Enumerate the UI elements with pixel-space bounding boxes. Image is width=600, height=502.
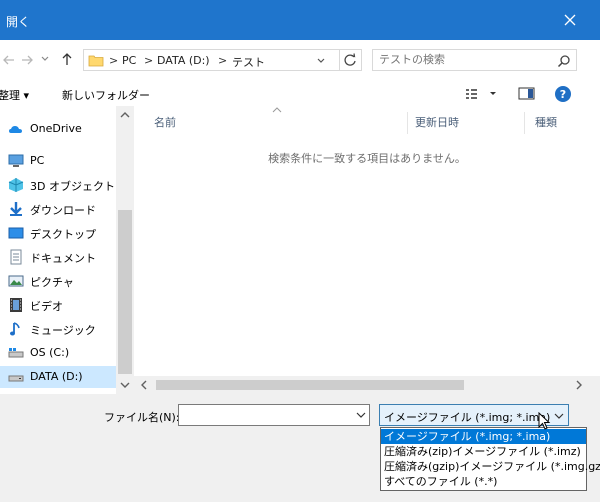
filename-label: ファイル名(N): bbox=[104, 411, 180, 424]
column-header-modified[interactable]: 更新日時 bbox=[415, 114, 459, 130]
videos-icon bbox=[8, 297, 24, 313]
nav-item-onedrive[interactable]: OneDrive bbox=[0, 118, 116, 140]
search-input[interactable] bbox=[379, 53, 549, 66]
nav-item-documents[interactable]: ドキュメント bbox=[0, 246, 116, 268]
view-options-button[interactable] bbox=[465, 87, 499, 101]
filename-combobox[interactable] bbox=[178, 404, 370, 426]
arrow-left-icon bbox=[3, 55, 14, 65]
filetype-option[interactable]: すべてのファイル (*.*) bbox=[381, 474, 586, 489]
help-icon: ? bbox=[555, 86, 571, 102]
back-button[interactable] bbox=[2, 53, 16, 67]
nav-scroll-down-button[interactable] bbox=[119, 380, 131, 390]
filetype-dropdown-list[interactable]: イメージファイル (*.img; *.ima) 圧縮済み(zip)イメージファイ… bbox=[380, 427, 600, 491]
column-divider[interactable] bbox=[407, 112, 408, 134]
3d-objects-icon bbox=[8, 177, 24, 193]
file-list-pane[interactable]: 名前 更新日時 種類 検索条件に一致する項目はありません。 bbox=[134, 106, 600, 394]
documents-icon bbox=[8, 249, 24, 265]
scroll-right-button[interactable] bbox=[574, 380, 584, 390]
arrow-up-icon bbox=[62, 53, 72, 65]
nav-scroll-thumb[interactable] bbox=[118, 210, 132, 374]
help-button[interactable]: ? bbox=[554, 85, 572, 103]
toolbar: 整理 ▾ 新しいフォルダー ? bbox=[0, 82, 600, 106]
preview-pane-icon bbox=[518, 87, 535, 100]
chevron-right-icon bbox=[576, 380, 582, 390]
chevron-down-icon bbox=[120, 382, 130, 388]
onedrive-icon bbox=[8, 121, 24, 137]
nav-item-drive-c[interactable]: OS (C:) bbox=[0, 342, 116, 364]
svg-text:?: ? bbox=[560, 88, 566, 101]
breadcrumb-separator: > bbox=[144, 54, 154, 67]
search-icon bbox=[557, 54, 571, 68]
nav-item-videos[interactable]: ビデオ bbox=[0, 294, 116, 316]
breadcrumb-data-drive[interactable]: DATA (D:) bbox=[157, 54, 210, 67]
folder-icon bbox=[88, 53, 104, 67]
column-header-type[interactable]: 種類 bbox=[535, 114, 557, 130]
download-icon bbox=[8, 201, 24, 217]
breadcrumb-test-folder[interactable]: テスト bbox=[232, 54, 265, 70]
scroll-left-button[interactable] bbox=[139, 380, 149, 390]
nav-item-pc[interactable]: PC bbox=[0, 150, 116, 172]
chevron-down-icon bbox=[356, 412, 366, 418]
horizontal-scroll-thumb[interactable] bbox=[156, 380, 464, 390]
nav-item-music[interactable]: ミュージック bbox=[0, 318, 116, 340]
breadcrumb-separator: > bbox=[109, 54, 119, 67]
forward-button[interactable] bbox=[20, 53, 34, 67]
address-bar[interactable]: > PC > DATA (D:) > テスト bbox=[83, 49, 340, 71]
nav-item-downloads[interactable]: ダウンロード bbox=[0, 198, 116, 220]
refresh-icon bbox=[344, 53, 356, 66]
column-header-name[interactable]: 名前 bbox=[154, 114, 176, 130]
sort-ascending-icon bbox=[272, 106, 282, 113]
empty-folder-message: 検索条件に一致する項目はありません。 bbox=[268, 152, 466, 165]
recent-locations-button[interactable] bbox=[40, 54, 50, 64]
window-title: 開く bbox=[6, 15, 31, 29]
preview-pane-button[interactable] bbox=[518, 86, 536, 102]
nav-item-pictures[interactable]: ピクチャ bbox=[0, 270, 116, 292]
pc-icon bbox=[8, 153, 24, 169]
refresh-button[interactable] bbox=[340, 49, 362, 71]
chevron-up-icon bbox=[120, 112, 130, 118]
filename-history-dropdown[interactable] bbox=[352, 404, 370, 426]
close-icon bbox=[564, 14, 576, 26]
view-list-icon bbox=[466, 89, 496, 99]
nav-item-desktop[interactable]: デスクトップ bbox=[0, 222, 116, 244]
address-history-dropdown[interactable] bbox=[316, 56, 326, 66]
organize-button[interactable]: 整理 ▾ bbox=[0, 87, 29, 103]
title-bar: 開く bbox=[0, 0, 600, 40]
filetype-option[interactable]: 圧縮済み(zip)イメージファイル (*.imz) bbox=[381, 444, 586, 459]
pictures-icon bbox=[8, 273, 24, 289]
close-button[interactable] bbox=[558, 10, 582, 32]
filetype-selected-value: イメージファイル (*.img; *.ima) bbox=[384, 411, 551, 424]
chevron-down-icon bbox=[41, 56, 49, 61]
column-divider[interactable] bbox=[524, 112, 525, 134]
nav-item-drive-d[interactable]: DATA (D:) bbox=[0, 366, 116, 388]
chevron-down-icon bbox=[554, 411, 564, 421]
arrow-right-icon bbox=[22, 55, 33, 65]
filetype-option[interactable]: イメージファイル (*.img; *.ima) bbox=[381, 429, 586, 444]
chevron-down-icon bbox=[317, 58, 325, 63]
desktop-icon bbox=[8, 225, 24, 241]
new-folder-button[interactable]: 新しいフォルダー bbox=[62, 87, 150, 103]
chevron-left-icon bbox=[141, 380, 147, 390]
drive-c-icon bbox=[8, 345, 24, 361]
nav-item-3d-objects[interactable]: 3D オブジェクト bbox=[0, 174, 116, 196]
breadcrumb-separator: > bbox=[218, 54, 228, 67]
navigation-pane[interactable]: OneDrive PC 3D オブジェクト ダウンロード デスクトップ ドキュメ… bbox=[0, 106, 116, 394]
search-box[interactable] bbox=[372, 49, 577, 71]
nav-scroll-up-button[interactable] bbox=[119, 110, 131, 120]
up-button[interactable] bbox=[60, 52, 74, 66]
drive-d-icon bbox=[8, 369, 24, 385]
filetype-option[interactable]: 圧縮済み(gzip)イメージファイル (*.img.gz) bbox=[381, 459, 600, 474]
breadcrumb-pc[interactable]: PC bbox=[122, 54, 136, 67]
mouse-cursor-icon bbox=[538, 412, 552, 432]
music-icon bbox=[8, 321, 24, 337]
filename-input[interactable] bbox=[179, 405, 357, 425]
